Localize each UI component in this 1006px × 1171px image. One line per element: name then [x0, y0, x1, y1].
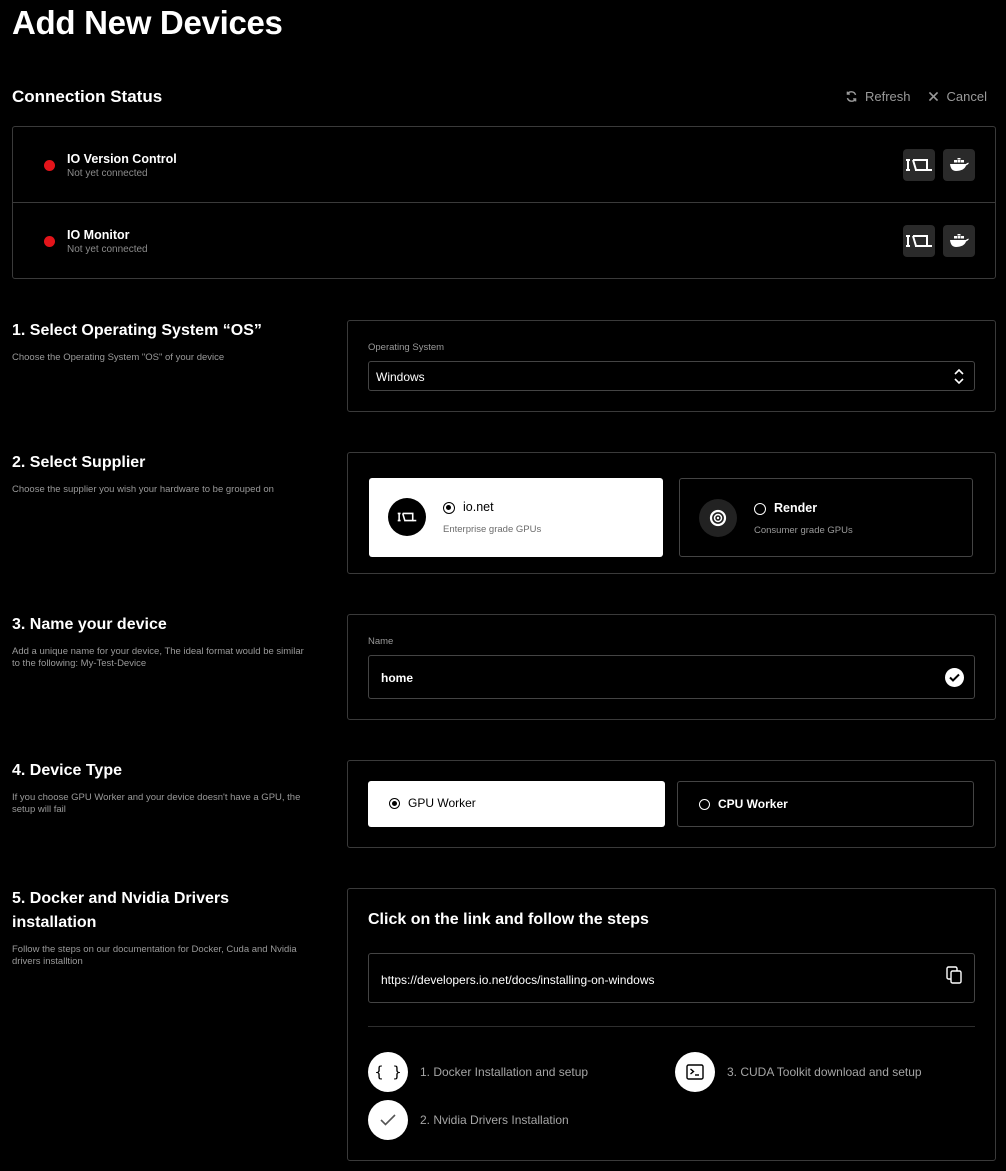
- step-label: 1. Docker Installation and setup: [420, 1065, 589, 1079]
- connection-status-text: Not yet connected: [67, 168, 148, 179]
- cancel-button[interactable]: Cancel: [927, 89, 987, 104]
- copy-icon[interactable]: [946, 966, 962, 984]
- os-select[interactable]: Windows: [368, 361, 975, 391]
- connection-status-title: Connection Status: [12, 87, 163, 106]
- step-nvidia-drivers[interactable]: 2. Nvidia Drivers Installation: [368, 1100, 569, 1140]
- os-select-value: Windows: [376, 370, 425, 384]
- supplier-subtitle: Consumer grade GPUs: [754, 525, 853, 536]
- name-field-label: Name: [368, 636, 394, 647]
- device-type-label: CPU Worker: [718, 797, 788, 811]
- refresh-label: Refresh: [865, 89, 911, 104]
- connection-status-list: IO Version Control Not yet connected IO …: [12, 126, 996, 279]
- io-net-icon: [388, 498, 426, 536]
- device-type-label: GPU Worker: [408, 796, 476, 810]
- radio-unselected-icon: [699, 799, 710, 810]
- docker-section-title: 5. Docker and Nvidia Drivers installatio…: [12, 890, 229, 931]
- step-label: 3. CUDA Toolkit download and setup: [727, 1065, 922, 1079]
- page-title: Add New Devices: [12, 4, 283, 41]
- device-type-cpu-worker[interactable]: CPU Worker: [677, 781, 974, 827]
- docker-panel: Click on the link and follow the steps h…: [347, 888, 996, 1161]
- docker-icon[interactable]: [943, 225, 975, 257]
- connection-status-text: Not yet connected: [67, 244, 148, 255]
- docker-section-description: Follow the steps on our documentation fo…: [12, 944, 297, 967]
- supplier-subtitle: Enterprise grade GPUs: [443, 524, 542, 535]
- device-name-value: home: [381, 671, 414, 685]
- name-section-description: Add a unique name for your device, The i…: [12, 646, 304, 669]
- os-section-description: Choose the Operating System "OS" of your…: [12, 352, 225, 363]
- io-net-icon[interactable]: [903, 225, 935, 257]
- io-net-icon[interactable]: [903, 149, 935, 181]
- cancel-label: Cancel: [946, 89, 987, 104]
- check-icon: [368, 1100, 408, 1140]
- supplier-section-title: 2. Select Supplier: [12, 454, 146, 471]
- connection-row-version-control: IO Version Control Not yet connected: [13, 127, 995, 203]
- step-cuda-toolkit[interactable]: 3. CUDA Toolkit download and setup: [675, 1052, 922, 1092]
- os-field-label: Operating System: [368, 342, 445, 353]
- docker-icon[interactable]: [943, 149, 975, 181]
- connection-actions: Refresh Cancel: [845, 89, 987, 104]
- check-circle-icon: [945, 668, 964, 687]
- refresh-icon: [846, 91, 857, 102]
- supplier-option-render[interactable]: Render Consumer grade GPUs: [679, 478, 973, 557]
- os-panel: Operating System Windows: [347, 320, 996, 412]
- radio-selected-icon: [443, 502, 455, 514]
- os-section-title: 1. Select Operating System “OS”: [12, 322, 262, 339]
- supplier-name: io.net: [463, 500, 494, 514]
- chevron-updown-icon: [954, 368, 964, 385]
- refresh-button[interactable]: Refresh: [845, 89, 911, 104]
- connection-name: IO Version Control: [67, 152, 177, 166]
- status-indicator: [44, 160, 55, 171]
- step-label: 2. Nvidia Drivers Installation: [420, 1113, 569, 1127]
- connection-name: IO Monitor: [67, 228, 130, 242]
- docs-link-field[interactable]: https://developers.io.net/docs/installin…: [368, 953, 975, 1003]
- device-type-gpu-worker[interactable]: GPU Worker: [368, 781, 665, 827]
- radio-selected-icon: [389, 798, 400, 809]
- device-name-input[interactable]: home: [368, 655, 975, 699]
- name-panel: Name home: [347, 614, 996, 720]
- device-type-panel: GPU Worker CPU Worker: [347, 760, 996, 848]
- name-section-title: 3. Name your device: [12, 616, 167, 633]
- status-indicator: [44, 236, 55, 247]
- docs-link[interactable]: https://developers.io.net/docs/installin…: [381, 973, 654, 987]
- connection-row-monitor: IO Monitor Not yet connected: [13, 203, 995, 279]
- device-type-section-title: 4. Device Type: [12, 762, 122, 779]
- radio-unselected-icon: [754, 503, 766, 515]
- supplier-name: Render: [774, 501, 818, 515]
- device-type-section-description: If you choose GPU Worker and your device…: [12, 792, 301, 815]
- braces-icon: { }: [368, 1052, 408, 1092]
- supplier-option-io-net[interactable]: io.net Enterprise grade GPUs: [369, 478, 663, 557]
- render-icon: [699, 499, 737, 537]
- close-icon: [928, 91, 938, 102]
- step-docker-installation[interactable]: { } 1. Docker Installation and setup: [368, 1052, 588, 1092]
- divider: [368, 1026, 975, 1027]
- terminal-icon: [675, 1052, 715, 1092]
- docker-panel-heading: Click on the link and follow the steps: [368, 911, 649, 928]
- supplier-section-description: Choose the supplier you wish your hardwa…: [12, 484, 274, 495]
- supplier-panel: io.net Enterprise grade GPUs Render Cons…: [347, 452, 996, 574]
